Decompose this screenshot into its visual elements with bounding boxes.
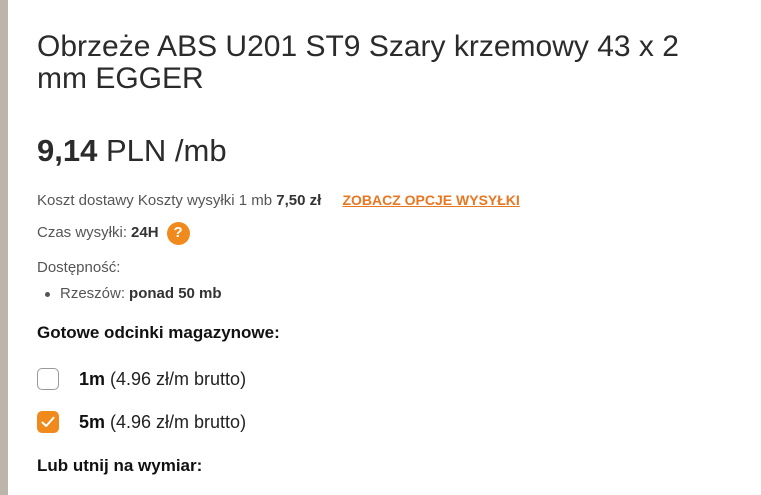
list-item: Rzeszów: ponad 50 mb bbox=[37, 284, 222, 304]
option-label: 5m (4.96 zł/m brutto) bbox=[79, 411, 246, 433]
option-length: 5m bbox=[79, 412, 106, 432]
product-title: Obrzeże ABS U201 ST9 Szary krzemowy 43 x… bbox=[37, 30, 679, 95]
stock-value: ponad 50 mb bbox=[129, 285, 222, 302]
dispatch-time-label: Czas wysyłki: bbox=[37, 224, 128, 241]
shipping-cost-row: Koszt dostawy Koszty wysyłki 1 mb 7,50 z… bbox=[37, 190, 520, 211]
cut-option-5m[interactable]: 5m (4.96 zł/m brutto) bbox=[37, 411, 246, 433]
price-row: 9,14 PLN /mb bbox=[37, 133, 227, 169]
ready-cuts-heading: Gotowe odcinki magazynowe: bbox=[37, 323, 280, 342]
dispatch-time-row: Czas wysyłki: 24H ? bbox=[37, 221, 190, 245]
option-price: (4.96 zł/m brutto) bbox=[110, 412, 247, 432]
availability-list: Rzeszów: ponad 50 mb bbox=[37, 284, 222, 304]
option-label: 1m (4.96 zł/m brutto) bbox=[79, 368, 246, 390]
availability-label: Dostępność: bbox=[37, 259, 121, 276]
checkbox-checked[interactable] bbox=[37, 411, 59, 433]
help-icon[interactable]: ? bbox=[166, 221, 190, 245]
shipping-cost-value: 7,50 zł bbox=[276, 192, 322, 209]
location-name: Rzeszów: bbox=[60, 285, 126, 302]
price-unit: PLN /mb bbox=[105, 133, 227, 168]
option-length: 1m bbox=[79, 369, 106, 389]
shipping-options-link[interactable]: ZOBACZ OPCJE WYSYŁKI bbox=[342, 192, 519, 208]
custom-cut-heading: Lub utnij na wymiar: bbox=[37, 456, 203, 475]
bullet-icon bbox=[45, 291, 50, 297]
shipping-cost-label: Koszt dostawy Koszty wysyłki 1 mb bbox=[37, 192, 273, 209]
price-value: 9,14 bbox=[37, 133, 98, 168]
checkmark-icon bbox=[41, 416, 55, 427]
checkbox-unchecked[interactable] bbox=[37, 368, 59, 390]
dispatch-time-value: 24H bbox=[131, 224, 159, 241]
cut-option-1m[interactable]: 1m (4.96 zł/m brutto) bbox=[37, 368, 246, 390]
option-price: (4.96 zł/m brutto) bbox=[110, 369, 247, 389]
left-accent-bar bbox=[0, 0, 8, 495]
